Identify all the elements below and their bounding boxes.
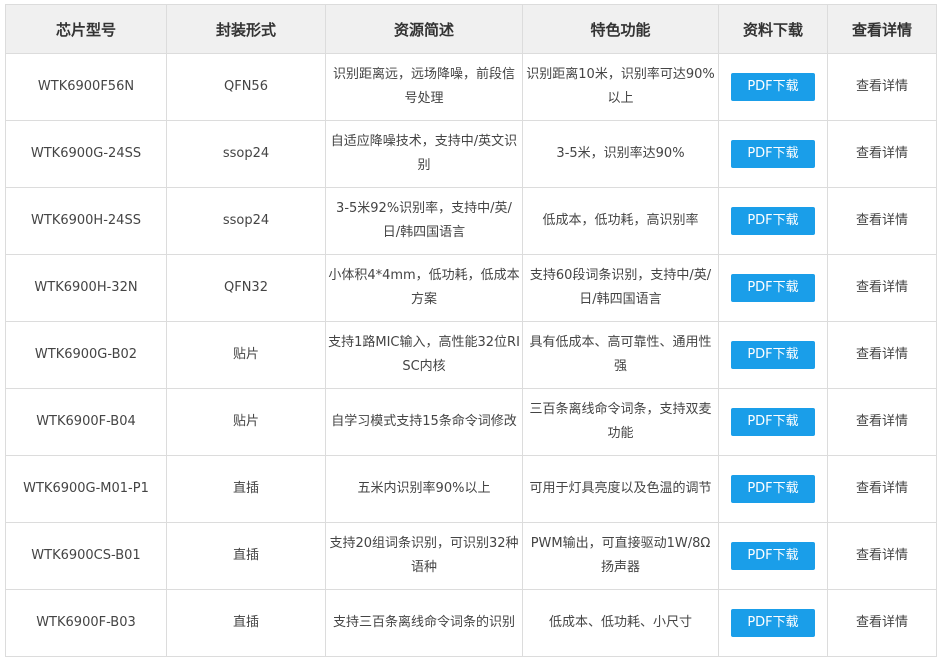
table-row: WTK6900G-24SS ssop24 自适应降噪技术，支持中/英文识别 3-… bbox=[5, 120, 937, 188]
cell-chip-model: WTK6900G-24SS bbox=[5, 120, 167, 188]
table-row: WTK6900G-B02 贴片 支持1路MIC输入，高性能32位RISC内核 具… bbox=[5, 321, 937, 389]
view-detail-link[interactable]: 查看详情 bbox=[856, 615, 908, 630]
pdf-download-button[interactable]: PDF下载 bbox=[731, 542, 815, 570]
cell-summary: 识别距离远，远场降噪，前段信号处理 bbox=[325, 53, 523, 121]
cell-download: PDF下载 bbox=[718, 120, 828, 188]
view-detail-link[interactable]: 查看详情 bbox=[856, 280, 908, 295]
table-header-row: 芯片型号 封装形式 资源简述 特色功能 资料下载 查看详情 bbox=[5, 4, 937, 54]
cell-feature: PWM输出，可直接驱动1W/8Ω扬声器 bbox=[522, 522, 719, 590]
view-detail-link[interactable]: 查看详情 bbox=[856, 213, 908, 228]
cell-chip-model: WTK6900G-M01-P1 bbox=[5, 455, 167, 523]
cell-download: PDF下载 bbox=[718, 589, 828, 657]
cell-download: PDF下载 bbox=[718, 388, 828, 456]
view-detail-link[interactable]: 查看详情 bbox=[856, 481, 908, 496]
cell-detail: 查看详情 bbox=[827, 120, 937, 188]
cell-download: PDF下载 bbox=[718, 321, 828, 389]
cell-summary: 小体积4*4mm，低功耗，低成本方案 bbox=[325, 254, 523, 322]
chip-table-container: 芯片型号 封装形式 资源简述 特色功能 资料下载 查看详情 WTK6900F56… bbox=[5, 4, 937, 657]
cell-summary: 五米内识别率90%以上 bbox=[325, 455, 523, 523]
cell-package: 直插 bbox=[166, 455, 326, 523]
cell-download: PDF下载 bbox=[718, 455, 828, 523]
cell-package: ssop24 bbox=[166, 120, 326, 188]
cell-download: PDF下载 bbox=[718, 53, 828, 121]
cell-summary: 3-5米92%识别率，支持中/英/日/韩四国语言 bbox=[325, 187, 523, 255]
cell-feature: 识别距离10米，识别率可达90%以上 bbox=[522, 53, 719, 121]
cell-package: 贴片 bbox=[166, 388, 326, 456]
cell-detail: 查看详情 bbox=[827, 455, 937, 523]
cell-summary: 自适应降噪技术，支持中/英文识别 bbox=[325, 120, 523, 188]
cell-feature: 具有低成本、高可靠性、通用性强 bbox=[522, 321, 719, 389]
cell-package: 贴片 bbox=[166, 321, 326, 389]
view-detail-link[interactable]: 查看详情 bbox=[856, 79, 908, 94]
cell-feature: 三百条离线命令词条，支持双麦功能 bbox=[522, 388, 719, 456]
pdf-download-button[interactable]: PDF下载 bbox=[731, 140, 815, 168]
pdf-download-button[interactable]: PDF下载 bbox=[731, 341, 815, 369]
cell-detail: 查看详情 bbox=[827, 187, 937, 255]
cell-detail: 查看详情 bbox=[827, 388, 937, 456]
pdf-download-button[interactable]: PDF下载 bbox=[731, 73, 815, 101]
cell-detail: 查看详情 bbox=[827, 522, 937, 590]
table-row: WTK6900G-M01-P1 直插 五米内识别率90%以上 可用于灯具亮度以及… bbox=[5, 455, 937, 523]
view-detail-link[interactable]: 查看详情 bbox=[856, 548, 908, 563]
header-feature: 特色功能 bbox=[522, 4, 719, 54]
pdf-download-button[interactable]: PDF下载 bbox=[731, 207, 815, 235]
cell-chip-model: WTK6900F-B04 bbox=[5, 388, 167, 456]
header-summary: 资源简述 bbox=[325, 4, 523, 54]
cell-summary: 支持20组词条识别，可识别32种语种 bbox=[325, 522, 523, 590]
cell-feature: 3-5米，识别率达90% bbox=[522, 120, 719, 188]
cell-detail: 查看详情 bbox=[827, 254, 937, 322]
pdf-download-button[interactable]: PDF下载 bbox=[731, 475, 815, 503]
view-detail-link[interactable]: 查看详情 bbox=[856, 347, 908, 362]
view-detail-link[interactable]: 查看详情 bbox=[856, 414, 908, 429]
header-package: 封装形式 bbox=[166, 4, 326, 54]
table-row: WTK6900H-32N QFN32 小体积4*4mm，低功耗，低成本方案 支持… bbox=[5, 254, 937, 322]
cell-package: ssop24 bbox=[166, 187, 326, 255]
cell-chip-model: WTK6900H-32N bbox=[5, 254, 167, 322]
cell-chip-model: WTK6900F56N bbox=[5, 53, 167, 121]
cell-chip-model: WTK6900G-B02 bbox=[5, 321, 167, 389]
table-row: WTK6900F56N QFN56 识别距离远，远场降噪，前段信号处理 识别距离… bbox=[5, 53, 937, 121]
cell-feature: 可用于灯具亮度以及色温的调节 bbox=[522, 455, 719, 523]
table-row: WTK6900H-24SS ssop24 3-5米92%识别率，支持中/英/日/… bbox=[5, 187, 937, 255]
cell-summary: 自学习模式支持15条命令词修改 bbox=[325, 388, 523, 456]
cell-chip-model: WTK6900F-B03 bbox=[5, 589, 167, 657]
cell-feature: 低成本、低功耗、小尺寸 bbox=[522, 589, 719, 657]
header-chip-model: 芯片型号 bbox=[5, 4, 167, 54]
view-detail-link[interactable]: 查看详情 bbox=[856, 146, 908, 161]
pdf-download-button[interactable]: PDF下载 bbox=[731, 408, 815, 436]
cell-summary: 支持三百条离线命令词条的识别 bbox=[325, 589, 523, 657]
cell-package: 直插 bbox=[166, 522, 326, 590]
cell-feature: 支持60段词条识别，支持中/英/日/韩四国语言 bbox=[522, 254, 719, 322]
cell-package: QFN32 bbox=[166, 254, 326, 322]
cell-chip-model: WTK6900CS-B01 bbox=[5, 522, 167, 590]
pdf-download-button[interactable]: PDF下载 bbox=[731, 609, 815, 637]
table-row: WTK6900CS-B01 直插 支持20组词条识别，可识别32种语种 PWM输… bbox=[5, 522, 937, 590]
cell-package: QFN56 bbox=[166, 53, 326, 121]
chip-table: 芯片型号 封装形式 资源简述 特色功能 资料下载 查看详情 WTK6900F56… bbox=[5, 4, 937, 657]
header-detail: 查看详情 bbox=[827, 4, 937, 54]
cell-download: PDF下载 bbox=[718, 187, 828, 255]
cell-download: PDF下载 bbox=[718, 522, 828, 590]
cell-package: 直插 bbox=[166, 589, 326, 657]
cell-summary: 支持1路MIC输入，高性能32位RISC内核 bbox=[325, 321, 523, 389]
table-row: WTK6900F-B03 直插 支持三百条离线命令词条的识别 低成本、低功耗、小… bbox=[5, 589, 937, 657]
cell-chip-model: WTK6900H-24SS bbox=[5, 187, 167, 255]
table-row: WTK6900F-B04 贴片 自学习模式支持15条命令词修改 三百条离线命令词… bbox=[5, 388, 937, 456]
header-download: 资料下载 bbox=[718, 4, 828, 54]
cell-feature: 低成本，低功耗，高识别率 bbox=[522, 187, 719, 255]
cell-detail: 查看详情 bbox=[827, 589, 937, 657]
cell-detail: 查看详情 bbox=[827, 321, 937, 389]
cell-detail: 查看详情 bbox=[827, 53, 937, 121]
cell-download: PDF下载 bbox=[718, 254, 828, 322]
pdf-download-button[interactable]: PDF下载 bbox=[731, 274, 815, 302]
table-body: WTK6900F56N QFN56 识别距离远，远场降噪，前段信号处理 识别距离… bbox=[5, 53, 937, 657]
